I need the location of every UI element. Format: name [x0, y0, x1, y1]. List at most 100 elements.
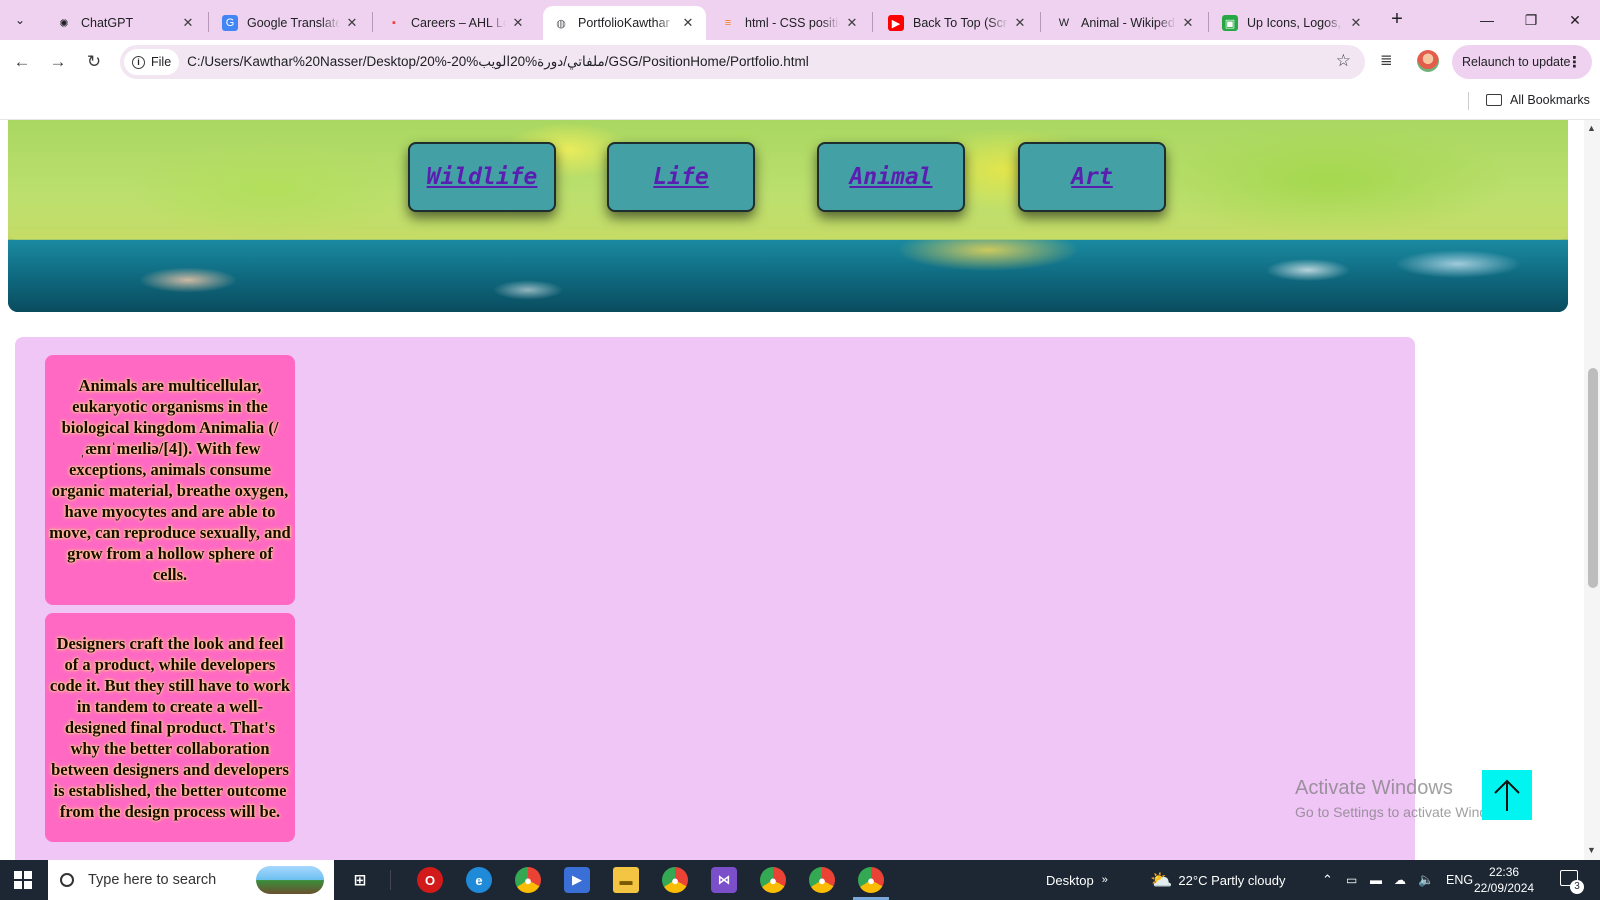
- scroll-up-arrow-icon[interactable]: ▲: [1587, 123, 1596, 133]
- chrome-profile-1-icon[interactable]: ●: [662, 867, 688, 893]
- tab-strip: ⌄ ✺ ChatGPT ✕ G Google Translate ✕ ▪ Careers – …: [0, 0, 1600, 40]
- close-tab-icon[interactable]: ✕: [180, 15, 196, 31]
- close-tab-icon[interactable]: ✕: [1348, 15, 1364, 31]
- tab-separator: [1208, 12, 1209, 32]
- browser-tab[interactable]: ▪ Careers – AHL Log ✕: [376, 6, 536, 40]
- search-highlight-image: [256, 866, 324, 894]
- browser-tab[interactable]: ▶ Back To Top (Scrol ✕: [878, 6, 1038, 40]
- close-tab-icon[interactable]: ✕: [844, 15, 860, 31]
- site-info-chip[interactable]: i File: [124, 49, 180, 75]
- close-window-icon[interactable]: ✕: [1552, 0, 1598, 40]
- tab-separator: [208, 12, 209, 32]
- url-text[interactable]: C:/Users/Kawthar%20Nasser/Desktop/20%-20…: [187, 54, 809, 70]
- edge-icon[interactable]: e: [466, 867, 492, 893]
- restore-icon[interactable]: ❐: [1508, 0, 1554, 40]
- browser-tab[interactable]: ◍ PortfolioKawthar ✕: [543, 6, 706, 40]
- all-bookmarks-button[interactable]: All Bookmarks: [1486, 93, 1590, 107]
- all-bookmarks-label: All Bookmarks: [1510, 93, 1590, 107]
- notification-count-badge: 3: [1570, 880, 1584, 894]
- close-tab-icon[interactable]: ✕: [1012, 15, 1028, 31]
- nav-link-wildlife[interactable]: Wildlife: [408, 142, 556, 212]
- system-clock[interactable]: 22:36 22/09/2024: [1474, 864, 1534, 896]
- new-tab-button[interactable]: +: [1385, 8, 1409, 32]
- volume-icon[interactable]: 🔈: [1418, 860, 1434, 900]
- desktop-toolbar[interactable]: Desktop »: [1046, 860, 1108, 900]
- browser-tab[interactable]: ▣ Up Icons, Logos, S ✕: [1212, 6, 1374, 40]
- profile-avatar[interactable]: [1417, 50, 1439, 72]
- scrollbar-thumb[interactable]: [1588, 368, 1598, 588]
- google-translate-icon: G: [222, 15, 238, 31]
- tab-separator: [872, 12, 873, 32]
- hero-water: [8, 240, 1568, 312]
- chrome-icon[interactable]: ●: [515, 867, 541, 893]
- globe-icon: ◍: [556, 17, 566, 30]
- menu-dots-icon[interactable]: ⋮: [1567, 53, 1582, 71]
- network-icon[interactable]: ☁: [1394, 860, 1406, 900]
- taskbar-search-box[interactable]: Type here to search: [48, 860, 334, 900]
- bookmarks-divider: [1468, 92, 1469, 110]
- browser-tab[interactable]: W Animal - Wikipedi ✕: [1046, 6, 1206, 40]
- cloud-sun-icon: ⛅: [1150, 869, 1173, 890]
- task-view-icon[interactable]: ⊞: [347, 867, 373, 893]
- nav-link-life[interactable]: Life: [607, 142, 755, 212]
- content-section: Animals are multicellular, eukaryotic or…: [15, 337, 1415, 860]
- close-tab-icon[interactable]: ✕: [680, 15, 696, 31]
- browser-tab[interactable]: ≡ html - CSS positio ✕: [710, 6, 870, 40]
- power-automate-icon[interactable]: ▶: [564, 867, 590, 893]
- tab-title: html - CSS positio: [745, 16, 840, 30]
- relaunch-label: Relaunch to update: [1462, 55, 1571, 69]
- chevron-right-icon: »: [1101, 874, 1108, 886]
- tab-title: PortfolioKawthar: [578, 16, 670, 30]
- tab-separator: [1040, 12, 1041, 32]
- back-to-top-button[interactable]: [1482, 770, 1532, 820]
- youtube-icon: ▶: [888, 15, 904, 31]
- windows-start-icon[interactable]: [14, 871, 32, 889]
- back-icon[interactable]: ←: [8, 48, 36, 76]
- nav-link-animal[interactable]: Animal: [817, 142, 965, 212]
- tab-title: Careers – AHL Log: [411, 16, 506, 30]
- minimize-icon[interactable]: —: [1464, 0, 1510, 40]
- hidden-icons-chevron-icon[interactable]: ⌃: [1322, 860, 1333, 900]
- scroll-down-arrow-icon[interactable]: ▼: [1587, 845, 1596, 855]
- site-info-label: File: [151, 55, 172, 69]
- browser-toolbar: ← → ↻ i File C:/Users/Kawthar%20Nasser/D…: [0, 40, 1600, 84]
- opera-icon[interactable]: O: [417, 867, 443, 893]
- close-tab-icon[interactable]: ✕: [1180, 15, 1196, 31]
- bookmarks-bar: All Bookmarks: [0, 84, 1600, 120]
- folder-icon: [1486, 94, 1502, 106]
- text-card-designers: Designers craft the look and feel of a p…: [45, 613, 295, 842]
- tab-title: Animal - Wikipedi: [1081, 16, 1176, 30]
- weather-widget[interactable]: ⛅ 22°C Partly cloudy: [1150, 860, 1286, 900]
- chrome-profile-3-icon[interactable]: ●: [809, 867, 835, 893]
- page-viewport: Wildlife Life Animal Art Animals are mul…: [0, 120, 1584, 860]
- nav-link-art[interactable]: Art: [1018, 142, 1166, 212]
- meet-now-icon[interactable]: ▭: [1346, 860, 1357, 900]
- file-explorer-icon[interactable]: ▬: [613, 867, 639, 893]
- bookmark-star-icon[interactable]: ☆: [1336, 51, 1351, 71]
- close-tab-icon[interactable]: ✕: [344, 15, 360, 31]
- weather-text: 22°C Partly cloudy: [1178, 872, 1286, 888]
- close-tab-icon[interactable]: ✕: [510, 15, 526, 31]
- tab-search-chevron-icon[interactable]: ⌄: [8, 8, 32, 32]
- arrow-up-icon: [1494, 779, 1520, 811]
- browser-tab[interactable]: ✺ ChatGPT ✕: [46, 6, 206, 40]
- relaunch-button[interactable]: Relaunch to update ⋮: [1452, 45, 1592, 79]
- tab-title: ChatGPT: [81, 16, 134, 30]
- visual-studio-icon[interactable]: ⋈: [711, 867, 737, 893]
- stackoverflow-icon: ≡: [724, 17, 732, 29]
- browser-tab[interactable]: G Google Translate ✕: [212, 6, 370, 40]
- taskbar-divider: [390, 870, 391, 890]
- icons-site-icon: ▣: [1222, 15, 1238, 31]
- address-bar[interactable]: i File C:/Users/Kawthar%20Nasser/Desktop…: [120, 45, 1365, 79]
- tab-separator: [372, 12, 373, 32]
- chrome-active-icon[interactable]: ●: [858, 867, 884, 893]
- battery-icon[interactable]: ▬: [1370, 860, 1382, 900]
- hero-nav-band: [8, 120, 1568, 240]
- chrome-profile-2-icon[interactable]: ●: [760, 867, 786, 893]
- clock-date: 22/09/2024: [1474, 881, 1535, 895]
- tab-title: Up Icons, Logos, S: [1247, 16, 1344, 30]
- language-indicator[interactable]: ENG: [1446, 860, 1473, 900]
- forward-icon[interactable]: →: [44, 48, 72, 76]
- media-controls-icon[interactable]: ≣: [1380, 51, 1393, 69]
- reload-icon[interactable]: ↻: [80, 48, 108, 76]
